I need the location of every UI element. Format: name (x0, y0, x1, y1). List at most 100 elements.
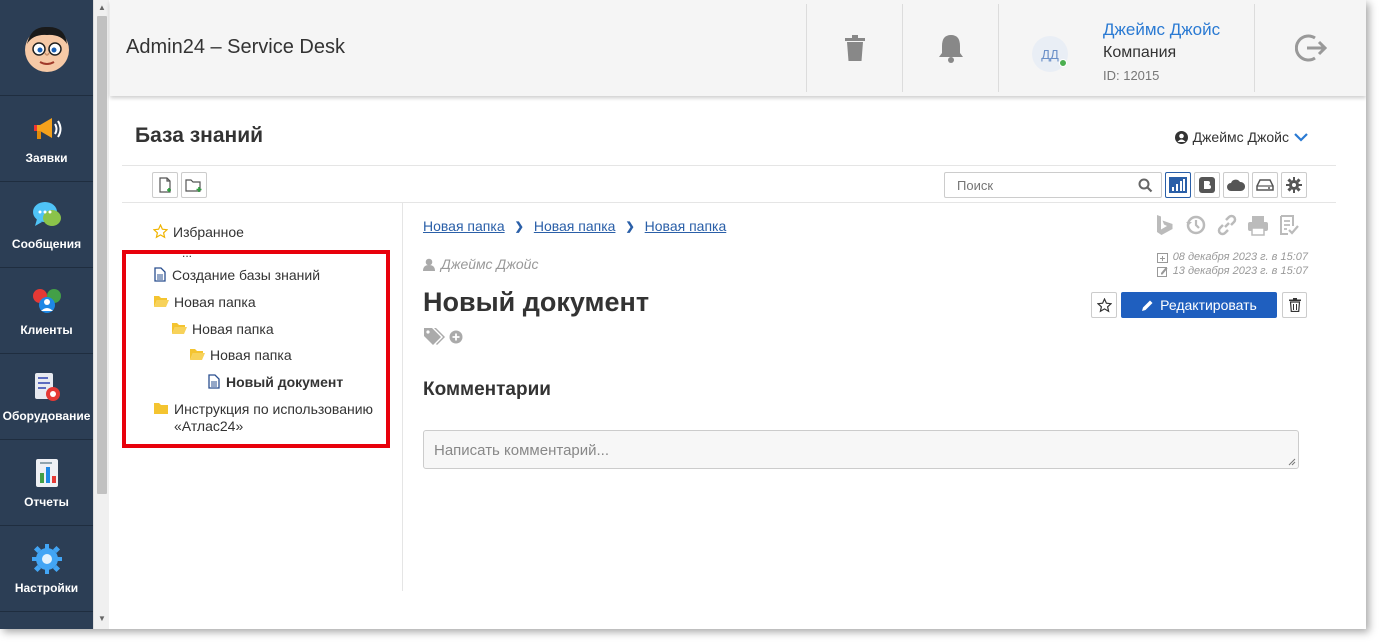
panel-divider (402, 203, 403, 591)
user-name[interactable]: Джеймс Джойс (1103, 20, 1220, 40)
author-name: Джеймс Джойс (441, 256, 539, 272)
chevron-right-icon: ❯ (514, 220, 524, 233)
divider (122, 165, 1336, 166)
star-icon (153, 224, 168, 239)
bell-icon (938, 35, 963, 63)
page-title: База знаний (135, 124, 264, 147)
top-header: Admin24 – Service Desk ДД Джеймс Джойс К… (110, 0, 1366, 96)
cloud-icon (1227, 179, 1245, 191)
breadcrumb-link[interactable]: Новая папка (645, 218, 727, 234)
user-id: ID: 12015 (1103, 68, 1160, 83)
modified-date: 13 декабря 2023 г. в 15:07 (1172, 265, 1308, 277)
tags (423, 327, 463, 347)
tags-icon (424, 328, 445, 345)
owner-selector[interactable]: Джеймс Джойс (1174, 129, 1308, 145)
new-document-button[interactable] (152, 172, 178, 198)
scrollbar-thumb[interactable] (97, 16, 107, 494)
report-icon (31, 457, 63, 489)
delete-button[interactable] (1282, 292, 1307, 318)
nav-label: Заявки (25, 150, 68, 165)
document-dates: 08 декабря 2023 г. в 15:07 13 декабря 20… (1156, 250, 1308, 278)
scroll-down-icon[interactable]: ▼ (97, 614, 107, 624)
storage-button[interactable] (1252, 172, 1278, 198)
user-circle-icon (1174, 130, 1188, 144)
sidebar: Заявки Сообщения Клиенты Оборудование От… (0, 0, 93, 629)
add-tag-icon[interactable] (449, 330, 463, 344)
nav-item-equipment[interactable]: Оборудование (0, 354, 93, 440)
app-title: Admin24 – Service Desk (126, 36, 345, 58)
user-menu[interactable]: ДД Джеймс Джойс Компания ID: 12015 (998, 4, 1254, 92)
edit-button[interactable]: Редактировать (1121, 292, 1277, 318)
nav-label: Оборудование (2, 408, 91, 423)
highlight-annotation (122, 250, 390, 448)
chart-icon (1169, 177, 1187, 193)
calendar-plus-icon (1156, 252, 1168, 263)
checklist-icon[interactable] (1278, 214, 1300, 236)
comments-title: Комментарии (423, 379, 551, 400)
document-title: Новый документ (423, 287, 650, 317)
app-window: Заявки Сообщения Клиенты Оборудование От… (0, 0, 1366, 629)
created-date-row: 08 декабря 2023 г. в 15:07 (1156, 250, 1308, 264)
settings-button[interactable] (1281, 172, 1307, 198)
megaphone-icon (31, 113, 63, 145)
new-folder-button[interactable] (181, 172, 207, 198)
comment-input[interactable]: Написать комментарий... (423, 430, 1299, 469)
vertical-scrollbar[interactable]: ▲ ▼ (93, 0, 109, 629)
star-icon (1096, 297, 1112, 313)
search-icon[interactable] (1138, 178, 1153, 193)
logo[interactable] (0, 0, 93, 96)
nav-item-reports[interactable]: Отчеты (0, 440, 93, 526)
view-stats-button[interactable] (1165, 172, 1191, 198)
search-input[interactable] (945, 173, 1125, 197)
bing-icon[interactable] (1154, 214, 1176, 236)
new-file-icon (159, 177, 171, 193)
search-box[interactable] (944, 172, 1162, 198)
owner-name: Джеймс Джойс (1192, 129, 1289, 145)
document-author: Джеймс Джойс (423, 256, 538, 272)
trash-button[interactable] (806, 4, 902, 92)
print-icon[interactable] (1247, 214, 1269, 236)
tree-label: Избранное (173, 224, 244, 240)
cog-icon (1286, 177, 1302, 193)
clients-icon (31, 285, 63, 317)
nav-item-clients[interactable]: Клиенты (0, 268, 93, 354)
gear-icon (31, 543, 63, 575)
document-toolbar (1154, 214, 1300, 236)
breadcrumb: Новая папка ❯ Новая папка ❯ Новая папка (423, 218, 726, 234)
edit-label: Редактировать (1160, 297, 1257, 313)
trash-icon (844, 35, 865, 61)
hdd-icon (1256, 179, 1274, 191)
history-icon[interactable] (1185, 214, 1207, 236)
nav-item-messages[interactable]: Сообщения (0, 182, 93, 268)
nav-item-requests[interactable]: Заявки (0, 96, 93, 182)
nav-label: Отчеты (24, 494, 69, 509)
comment-placeholder: Написать комментарий... (434, 442, 610, 459)
breadcrumb-link[interactable]: Новая папка (534, 218, 616, 234)
scroll-up-icon[interactable]: ▲ (97, 3, 107, 13)
tree-favorites[interactable]: Избранное (153, 224, 244, 241)
chevron-right-icon: ❯ (625, 220, 635, 233)
modified-date-row: 13 декабря 2023 г. в 15:07 (1156, 264, 1308, 278)
resize-handle-icon[interactable] (1288, 458, 1296, 466)
edit-icon (1156, 266, 1168, 277)
nav-label: Клиенты (20, 322, 73, 337)
logout-button[interactable] (1254, 4, 1366, 92)
blogger-button[interactable] (1194, 172, 1220, 198)
trash-icon (1288, 298, 1301, 312)
chevron-down-icon (1294, 133, 1308, 142)
notifications-button[interactable] (902, 4, 998, 92)
avatar-logo-icon (24, 26, 69, 72)
divider (122, 202, 1336, 203)
breadcrumb-link[interactable]: Новая папка (423, 218, 505, 234)
nav-label: Настройки (14, 580, 79, 595)
logout-icon (1294, 34, 1327, 62)
online-status-indicator (1059, 59, 1067, 67)
cloud-button[interactable] (1223, 172, 1249, 198)
created-date: 08 декабря 2023 г. в 15:07 (1172, 251, 1308, 263)
nav-item-settings[interactable]: Настройки (0, 526, 93, 612)
blog-icon (1199, 177, 1215, 193)
chat-icon (31, 199, 63, 231)
favorite-button[interactable] (1091, 292, 1117, 318)
user-icon (423, 258, 435, 271)
link-icon[interactable] (1216, 214, 1238, 236)
